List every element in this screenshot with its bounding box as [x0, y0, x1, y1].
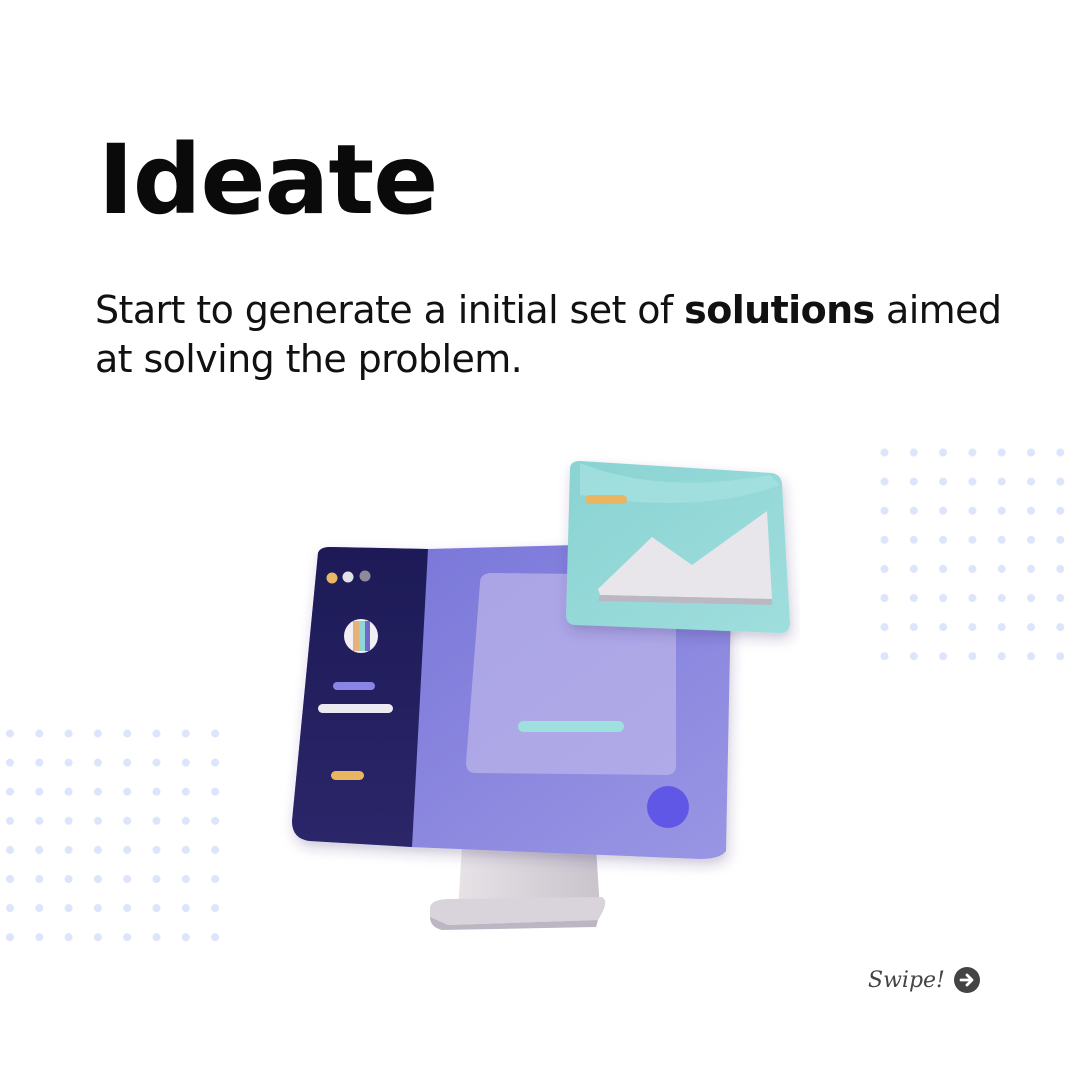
slide-subtitle: Start to generate a initial set of solut…: [95, 286, 1015, 384]
slide-title: Ideate: [98, 124, 438, 236]
monitor-illustration: [292, 461, 790, 930]
subtitle-highlight: solutions: [684, 288, 875, 332]
arrow-right-circle-icon[interactable]: [953, 966, 981, 994]
swipe-prompt[interactable]: Swipe!: [868, 966, 981, 994]
dot-pattern-right: [876, 446, 1072, 664]
dot-pattern-left: [0, 727, 224, 945]
swipe-label: Swipe!: [868, 967, 945, 993]
subtitle-text-start: Start to generate a initial set of: [95, 288, 685, 332]
